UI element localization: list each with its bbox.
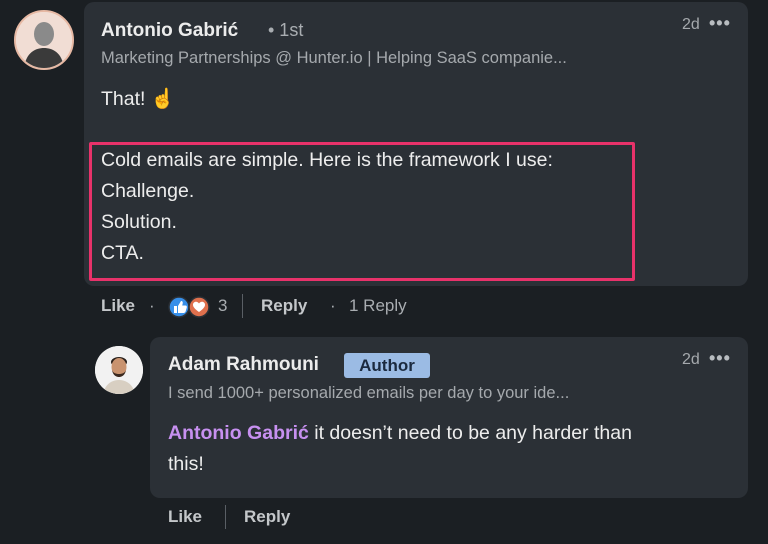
connection-degree: • 1st (268, 20, 304, 40)
mention-link[interactable]: Antonio Gabrić (168, 422, 309, 444)
action-divider (225, 505, 226, 529)
comment-line: Cold emails are simple. Here is the fram… (101, 149, 553, 171)
comment-line: CTA. (101, 242, 144, 264)
reply-text: it doesn’t need to be any harder than (308, 422, 632, 444)
love-reaction-icon (188, 296, 210, 318)
comment-author-name[interactable]: Antonio Gabrić (101, 20, 238, 42)
reply-author-headline: I send 1000+ personalized emails per day… (168, 384, 570, 402)
reply-count-link[interactable]: 1 Reply (349, 296, 407, 316)
comment-timestamp: 2d (682, 16, 700, 33)
reply-button[interactable]: Reply (261, 296, 307, 316)
avatar-adam[interactable] (95, 346, 143, 394)
avatar-antonio[interactable] (14, 10, 74, 70)
more-options-icon[interactable]: ••• (709, 348, 731, 369)
reply-like-button[interactable]: Like (168, 507, 202, 527)
author-badge: Author (344, 353, 430, 378)
reply-reply-button[interactable]: Reply (244, 507, 290, 527)
like-reaction-icon (168, 296, 190, 318)
like-button[interactable]: Like (101, 296, 135, 316)
separator-dot: · (330, 296, 336, 315)
reply-text-line2: this! (168, 453, 204, 475)
action-divider (242, 294, 243, 318)
separator-dot: · (149, 296, 155, 315)
avatar-photo (95, 346, 143, 394)
comment-author-headline: Marketing Partnerships @ Hunter.io | Hel… (101, 49, 567, 67)
comment-line: Challenge. (101, 180, 195, 202)
reply-text-line1: Antonio Gabrić it doesn’t need to be any… (168, 418, 632, 449)
comment-line: Solution. (101, 211, 177, 233)
more-options-icon[interactable]: ••• (709, 13, 731, 34)
reply-timestamp: 2d (682, 351, 700, 368)
avatar-photo (16, 12, 72, 68)
comment-intro-line: That! ☝️ (101, 88, 176, 110)
reactions-summary[interactable] (168, 296, 214, 318)
reaction-count[interactable]: 3 (218, 296, 227, 316)
reply-author-name[interactable]: Adam Rahmouni (168, 354, 319, 376)
